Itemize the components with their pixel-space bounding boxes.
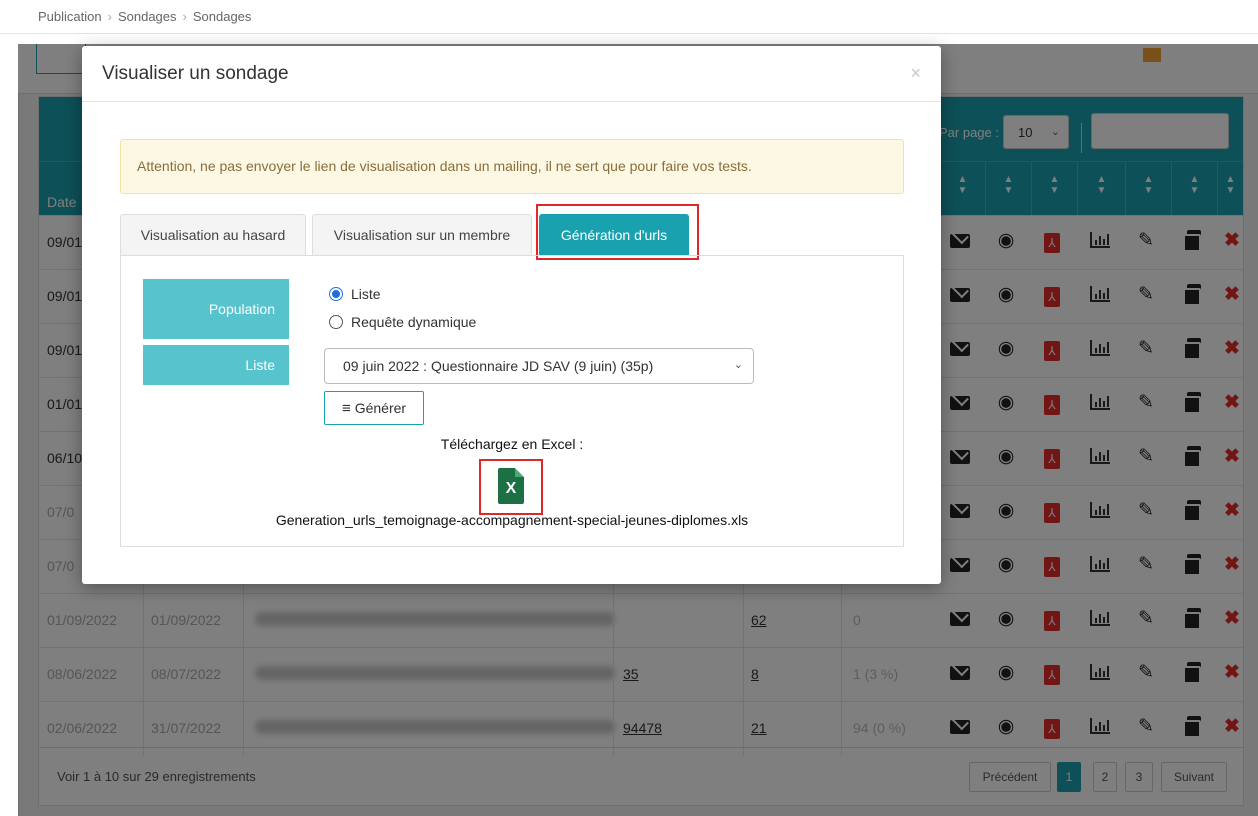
tab-random-visualization[interactable]: Visualisation au hasard bbox=[120, 214, 306, 256]
radio-liste-label: Liste bbox=[351, 286, 381, 302]
list-select[interactable]: 09 juin 2022 : Questionnaire JD SAV (9 j… bbox=[324, 348, 754, 384]
breadcrumb-separator: › bbox=[182, 9, 187, 24]
radio-unselected-icon[interactable] bbox=[329, 315, 343, 329]
modal-title: Visualiser un sondage bbox=[102, 63, 289, 84]
list-select-value: 09 juin 2022 : Questionnaire JD SAV (9 j… bbox=[343, 358, 654, 374]
breadcrumb-item-publication[interactable]: Publication bbox=[38, 9, 102, 24]
breadcrumb-item-current: Sondages bbox=[192, 9, 252, 24]
visualize-survey-modal: Visualiser un sondage × Attention, ne pa… bbox=[82, 46, 941, 584]
tab-highlight-box bbox=[536, 204, 699, 260]
tab-member-visualization[interactable]: Visualisation sur un membre bbox=[312, 214, 532, 256]
generate-button[interactable]: ≡ Générer bbox=[324, 391, 424, 425]
list-icon: ≡ bbox=[341, 400, 351, 417]
download-label: Téléchargez en Excel : bbox=[440, 436, 584, 452]
population-label: Population bbox=[143, 279, 289, 339]
breadcrumb-separator: › bbox=[107, 9, 112, 24]
url-generation-pane: Population Liste Requête dynamique Liste… bbox=[120, 255, 904, 547]
excel-icon-letter: X bbox=[505, 480, 517, 497]
excel-file-icon[interactable]: X bbox=[498, 468, 524, 504]
breadcrumb: Publication › Sondages › Sondages bbox=[0, 0, 1258, 34]
excel-file-link[interactable]: Generation_urls_temoignage-accompagnemen… bbox=[121, 512, 903, 528]
radio-dynamic-query[interactable]: Requête dynamique bbox=[329, 314, 476, 330]
radio-selected-icon[interactable] bbox=[329, 287, 343, 301]
warning-alert: Attention, ne pas envoyer le lien de vis… bbox=[120, 139, 904, 194]
breadcrumb-item-sondages[interactable]: Sondages bbox=[118, 9, 177, 24]
radio-dynamic-query-label: Requête dynamique bbox=[351, 314, 477, 330]
list-label: Liste bbox=[143, 345, 289, 385]
generate-button-label: Générer bbox=[354, 400, 407, 416]
radio-liste[interactable]: Liste bbox=[329, 286, 381, 302]
close-icon[interactable]: × bbox=[910, 63, 921, 84]
chevron-down-icon: ⌄ bbox=[733, 359, 743, 371]
excel-download-highlight[interactable]: X bbox=[479, 459, 543, 515]
modal-header: Visualiser un sondage × bbox=[82, 46, 941, 102]
